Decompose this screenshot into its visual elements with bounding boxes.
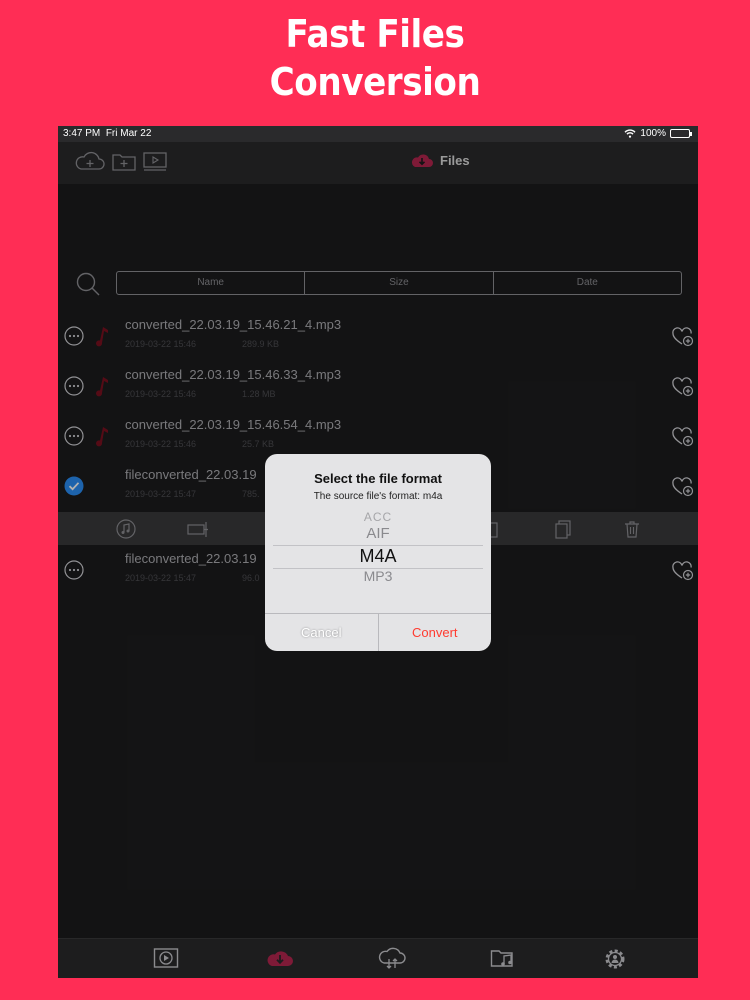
status-time: 3:47 PM — [63, 128, 101, 139]
app-screen: 3:47 PM Fri Mar 22 100% Files Name Size … — [58, 126, 698, 978]
format-option[interactable]: MP3 — [265, 568, 491, 584]
status-date: Fri Mar 22 — [105, 128, 152, 139]
dialog-message: The source file's format: m4a — [313, 491, 443, 502]
format-option[interactable]: AIF — [265, 525, 491, 542]
wifi-icon — [624, 129, 636, 138]
format-option[interactable]: ACC — [265, 510, 491, 524]
convert-button[interactable]: Convert — [379, 614, 492, 651]
format-picker[interactable]: ACC AIF M4A MP3 — [265, 506, 491, 614]
format-option-selected[interactable]: M4A — [265, 546, 491, 567]
status-right: 100% — [624, 128, 692, 139]
dialog-title: Select the file format — [314, 471, 442, 486]
status-time-date: 3:47 PM Fri Mar 22 — [63, 128, 151, 139]
status-bar: 3:47 PM Fri Mar 22 100% — [58, 126, 698, 142]
promo-line-1: Fast Files — [285, 12, 465, 56]
promo-headline: Fast Files Conversion — [0, 10, 750, 106]
dialog-actions: Cancel Convert — [265, 613, 491, 651]
battery-percent: 100% — [640, 128, 666, 139]
cancel-button[interactable]: Cancel — [265, 614, 379, 651]
battery-icon — [670, 129, 692, 138]
promo-line-2: Conversion — [269, 60, 481, 104]
format-picker-dialog: Select the file format The source file's… — [265, 454, 491, 651]
